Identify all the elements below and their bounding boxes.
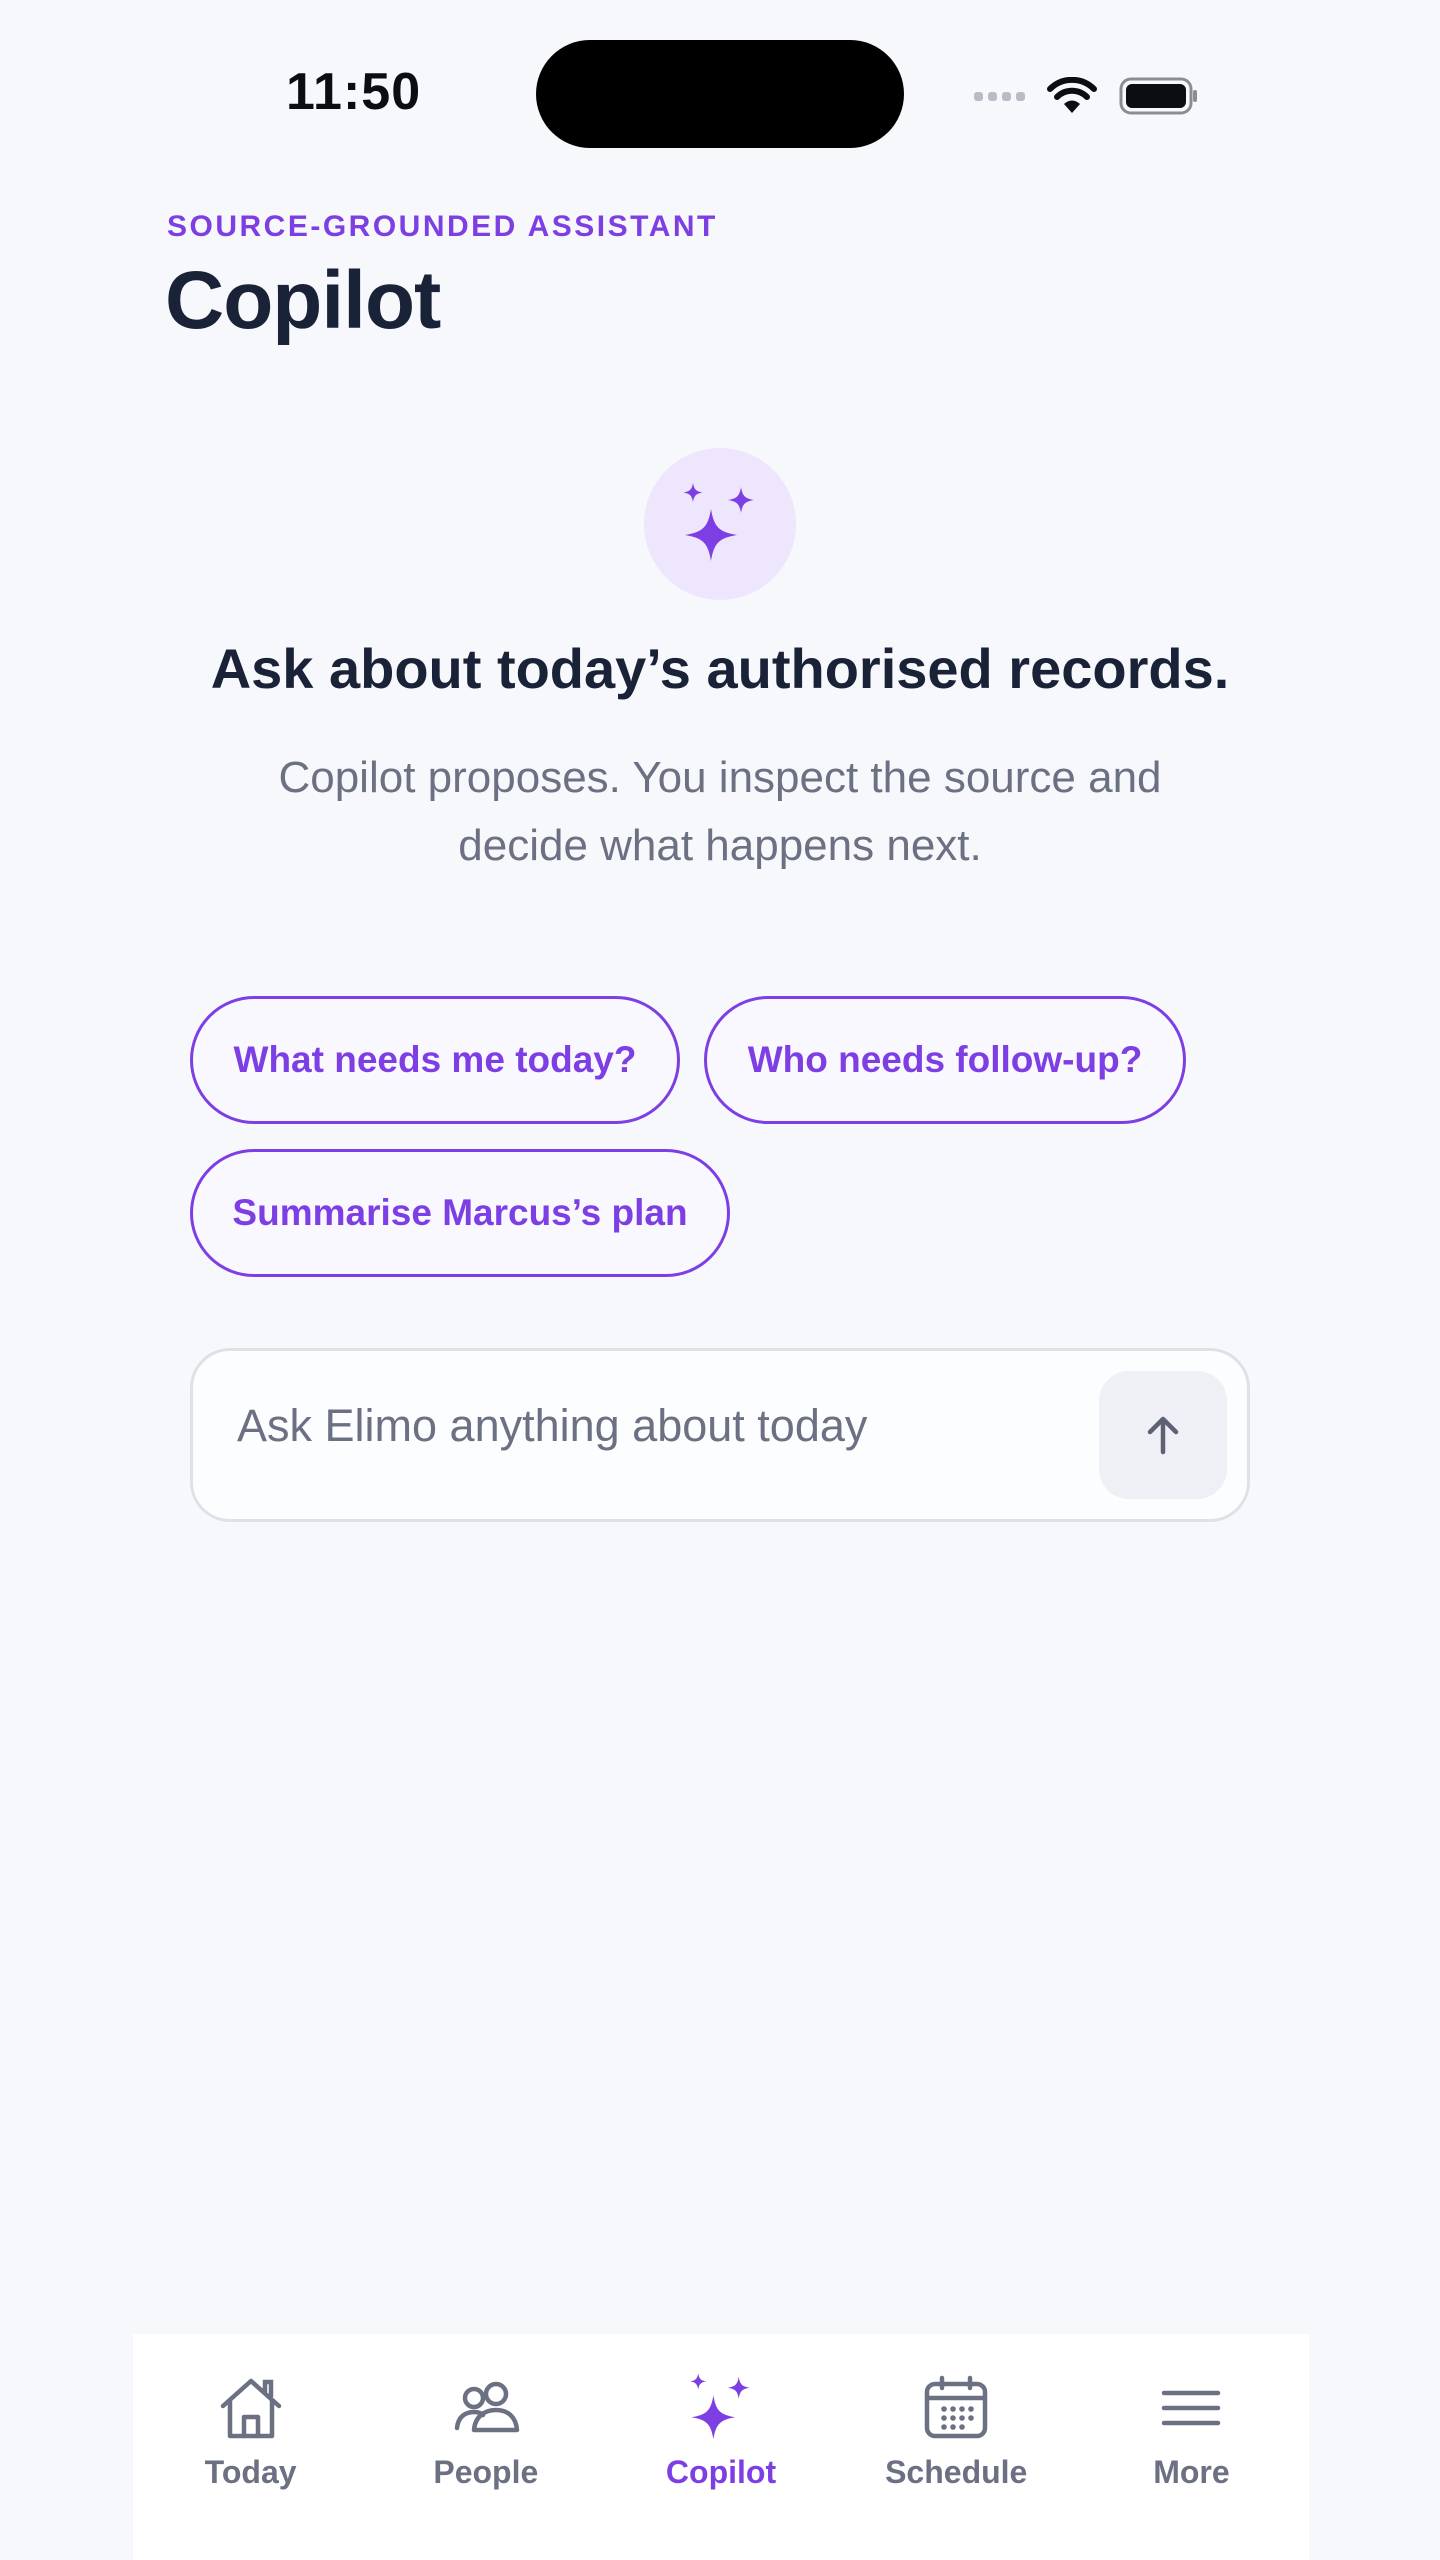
- tab-copilot[interactable]: Copilot: [603, 2334, 838, 2560]
- tab-label-people: People: [433, 2454, 539, 2490]
- tab-more[interactable]: More: [1074, 2334, 1309, 2560]
- suggestion-chip-what-needs-me[interactable]: What needs me today?: [190, 996, 680, 1124]
- suggestion-chip-summarise-plan[interactable]: Summarise Marcus’s plan: [190, 1149, 730, 1277]
- people-icon: [454, 2381, 520, 2433]
- page-eyebrow: SOURCE-GROUNDED ASSISTANT: [167, 210, 718, 243]
- sparkles-icon: [690, 2373, 750, 2440]
- tab-schedule[interactable]: Schedule: [839, 2334, 1074, 2560]
- status-time: 11:50: [286, 63, 422, 121]
- hero-heading: Ask about today’s authorised records.: [210, 637, 1230, 700]
- send-button[interactable]: [1099, 1371, 1227, 1499]
- menu-icon: [1162, 2390, 1221, 2426]
- battery-icon: [1119, 77, 1197, 115]
- arrow-up-icon: [1147, 1416, 1179, 1455]
- tab-label-schedule: Schedule: [885, 2454, 1028, 2490]
- ask-input[interactable]: [237, 1391, 1037, 1461]
- home-icon: [220, 2378, 281, 2439]
- tab-label-copilot: Copilot: [665, 2454, 777, 2490]
- ask-composer: [190, 1348, 1250, 1522]
- tab-label-today: Today: [204, 2454, 297, 2490]
- status-icons: [974, 72, 1199, 120]
- tab-today[interactable]: Today: [133, 2334, 368, 2560]
- copilot-screen: 11:50 SOURCE-GROUNDED ASSISTANT Copilot …: [0, 0, 1440, 2560]
- calendar-icon: [924, 2375, 988, 2439]
- tab-bar: Today People Copilot Schedule More: [133, 2334, 1309, 2560]
- tab-label-more: More: [1153, 2454, 1230, 2490]
- sparkles-icon: [683, 483, 754, 561]
- cellular-signal-icon: [974, 91, 1025, 101]
- tab-people[interactable]: People: [368, 2334, 603, 2560]
- dynamic-island: [536, 40, 904, 148]
- page-title: Copilot: [165, 255, 441, 346]
- suggestion-chip-follow-up[interactable]: Who needs follow-up?: [704, 996, 1186, 1124]
- wifi-icon: [1047, 77, 1097, 113]
- hero-subtitle: Copilot proposes. You inspect the source…: [278, 753, 1162, 870]
- hero-badge: [644, 448, 796, 600]
